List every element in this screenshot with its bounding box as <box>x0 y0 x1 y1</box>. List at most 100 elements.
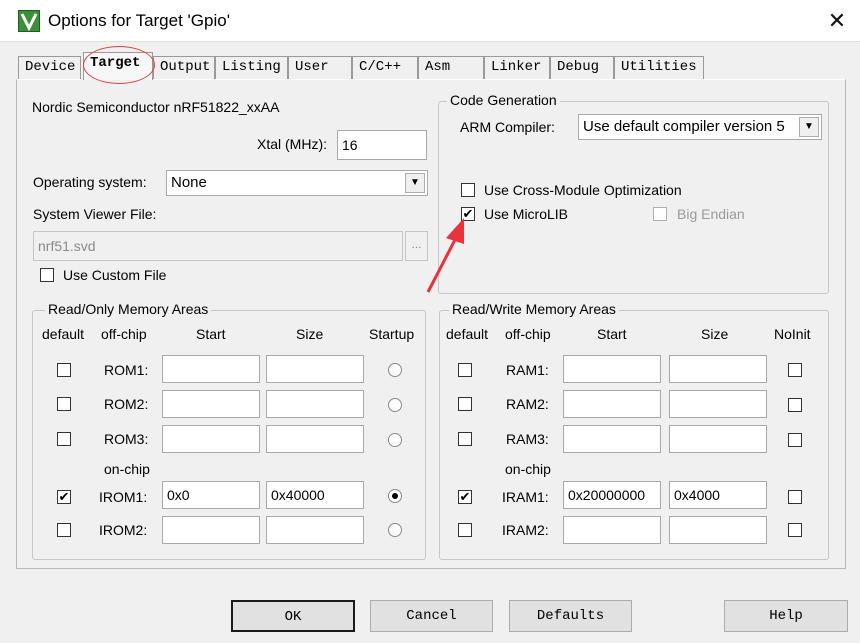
rom2-label: ROM2: <box>104 396 149 412</box>
defaults-button[interactable]: Defaults <box>509 600 632 632</box>
iram1-label: IRAM1: <box>502 489 549 505</box>
tab-linker[interactable]: Linker <box>484 56 550 79</box>
chevron-down-icon[interactable]: ▼ <box>405 173 425 193</box>
help-button[interactable]: Help <box>724 600 848 632</box>
irom1-startup-radio[interactable] <box>388 489 402 503</box>
iram2-default-checkbox[interactable] <box>458 523 472 537</box>
rom1-default-checkbox[interactable] <box>57 363 71 377</box>
ro-header-startup: Startup <box>369 326 415 342</box>
iram1-noinit-checkbox[interactable] <box>788 490 802 504</box>
irom1-default-checkbox[interactable]: ✔ <box>57 490 71 504</box>
ram2-default-checkbox[interactable] <box>458 397 472 411</box>
rom1-startup-radio[interactable] <box>388 363 402 377</box>
tab-device[interactable]: Device <box>18 56 81 79</box>
irom1-label: IROM1: <box>99 489 148 505</box>
rom1-start-input[interactable] <box>162 355 260 383</box>
rom3-size-input[interactable] <box>266 425 364 453</box>
ram2-start-input[interactable] <box>563 390 661 418</box>
rom3-label: ROM3: <box>104 431 149 447</box>
ram1-size-input[interactable] <box>669 355 767 383</box>
tab-asm[interactable]: Asm <box>418 56 484 79</box>
rom2-default-checkbox[interactable] <box>57 397 71 411</box>
arm-compiler-select[interactable]: Use default compiler version 5 ▼ <box>578 114 822 140</box>
iram2-noinit-checkbox[interactable] <box>788 523 802 537</box>
arm-compiler-label: ARM Compiler: <box>460 119 555 135</box>
iram1-size-input[interactable]: 0x4000 <box>669 481 767 509</box>
iram1-start-input[interactable]: 0x20000000 <box>563 481 661 509</box>
irom1-size-input[interactable]: 0x40000 <box>266 481 364 509</box>
irom2-start-input[interactable] <box>162 516 260 544</box>
irom2-label: IROM2: <box>99 522 148 538</box>
ram1-label: RAM1: <box>506 362 549 378</box>
rw-header-start: Start <box>597 326 627 342</box>
tab-target[interactable]: Target <box>83 52 153 80</box>
arm-compiler-value: Use default compiler version 5 <box>583 118 785 135</box>
tab-output[interactable]: Output <box>153 56 215 79</box>
keil-app-icon <box>18 10 40 32</box>
iram2-size-input[interactable] <box>669 516 767 544</box>
ram1-default-checkbox[interactable] <box>458 363 472 377</box>
irom2-default-checkbox[interactable] <box>57 523 71 537</box>
custom-file-label: Use Custom File <box>63 267 167 283</box>
ram3-size-input[interactable] <box>669 425 767 453</box>
iram1-default-checkbox[interactable]: ✔ <box>458 490 472 504</box>
chevron-down-icon[interactable]: ▼ <box>799 117 819 137</box>
rom2-start-input[interactable] <box>162 390 260 418</box>
ram3-label: RAM3: <box>506 431 549 447</box>
close-icon[interactable]: ✕ <box>822 6 852 36</box>
cross-module-label: Use Cross-Module Optimization <box>484 182 682 198</box>
rom3-start-input[interactable] <box>162 425 260 453</box>
rw-header-default: default <box>446 326 489 342</box>
rom1-size-input[interactable] <box>266 355 364 383</box>
code-generation-title: Code Generation <box>447 92 560 108</box>
rw-header-offchip: off-chip <box>505 326 551 342</box>
xtal-input[interactable]: 16 <box>337 130 427 160</box>
ro-header-offchip: off-chip <box>101 326 147 342</box>
rw-header-size: Size <box>701 326 729 342</box>
rom3-default-checkbox[interactable] <box>57 432 71 446</box>
ram2-label: RAM2: <box>506 396 549 412</box>
ro-header-start: Start <box>196 326 226 342</box>
rw-header-noinit: NoInit <box>774 326 811 342</box>
tab-cpp[interactable]: C/C++ <box>352 56 418 79</box>
tab-utilities[interactable]: Utilities <box>614 56 704 79</box>
xtal-label: Xtal (MHz): <box>257 136 327 152</box>
rw-onchip-label: on-chip <box>505 461 551 477</box>
iram2-label: IRAM2: <box>502 522 549 538</box>
rom3-startup-radio[interactable] <box>388 433 402 447</box>
custom-file-checkbox[interactable] <box>40 268 54 282</box>
ram1-noinit-checkbox[interactable] <box>788 363 802 377</box>
iram2-start-input[interactable] <box>563 516 661 544</box>
rom2-startup-radio[interactable] <box>388 398 402 412</box>
ram1-start-input[interactable] <box>563 355 661 383</box>
irom2-size-input[interactable] <box>266 516 364 544</box>
irom1-start-input[interactable]: 0x0 <box>162 481 260 509</box>
ram2-noinit-checkbox[interactable] <box>788 398 802 412</box>
rom2-size-input[interactable] <box>266 390 364 418</box>
svd-input[interactable]: nrf51.svd <box>33 231 403 261</box>
ram3-default-checkbox[interactable] <box>458 432 472 446</box>
ram3-noinit-checkbox[interactable] <box>788 433 802 447</box>
cancel-button[interactable]: Cancel <box>370 600 493 632</box>
tab-debug[interactable]: Debug <box>550 56 614 79</box>
os-select[interactable]: None ▼ <box>166 170 428 196</box>
title-bar: Options for Target 'Gpio' ✕ <box>0 0 860 42</box>
svd-label: System Viewer File: <box>33 206 157 222</box>
window-title: Options for Target 'Gpio' <box>48 11 230 30</box>
os-label: Operating system: <box>33 174 147 190</box>
microlib-label: Use MicroLIB <box>484 206 569 222</box>
rom1-label: ROM1: <box>104 362 149 378</box>
ro-header-size: Size <box>296 326 324 342</box>
ok-button[interactable]: OK <box>231 600 355 632</box>
big-endian-checkbox[interactable] <box>653 207 667 221</box>
annotation-arrow-icon <box>426 218 464 293</box>
ram2-size-input[interactable] <box>669 390 767 418</box>
device-name: Nordic Semiconductor nRF51822_xxAA <box>32 99 280 115</box>
big-endian-label: Big Endian <box>677 206 745 222</box>
irom2-startup-radio[interactable] <box>388 523 402 537</box>
tab-listing[interactable]: Listing <box>215 56 288 79</box>
ram3-start-input[interactable] <box>563 425 661 453</box>
rw-memory-title: Read/Write Memory Areas <box>449 301 619 317</box>
cross-module-checkbox[interactable] <box>461 183 475 197</box>
tab-user[interactable]: User <box>288 56 352 79</box>
